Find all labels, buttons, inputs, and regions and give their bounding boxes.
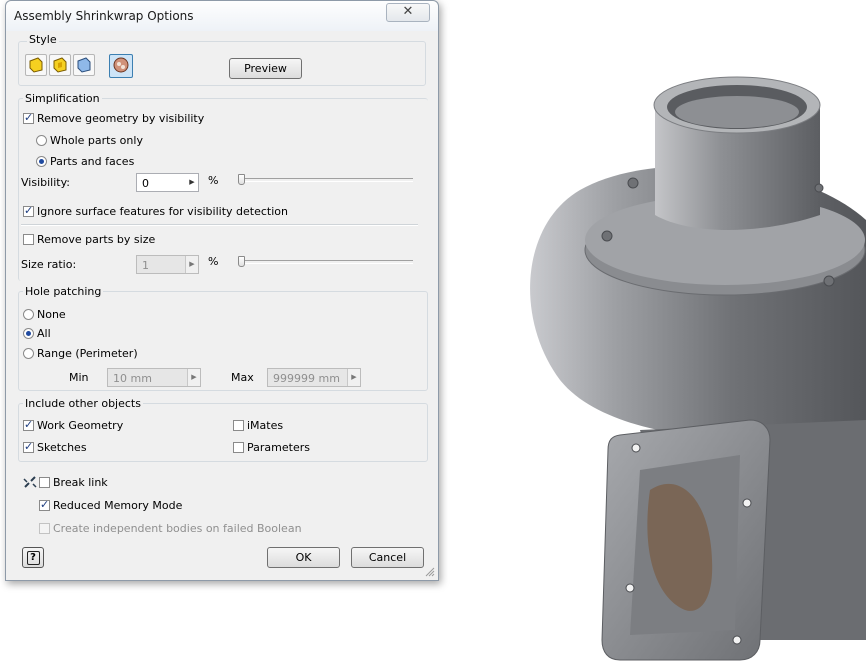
hole-range-label: Range (Perimeter) [37, 347, 138, 360]
style-composite-icon[interactable] [109, 54, 133, 78]
min-input[interactable]: 10 mm ▶ [107, 368, 201, 387]
visibility-unit: % [208, 174, 219, 187]
hole-all-label: All [37, 327, 51, 340]
visibility-label: Visibility: [21, 176, 71, 189]
size-ratio-label: Size ratio: [21, 258, 77, 271]
remove-parts-size-label: Remove parts by size [37, 233, 156, 246]
independent-bodies-label: Create independent bodies on failed Bool… [53, 522, 302, 535]
parts-faces-label: Parts and faces [50, 155, 135, 168]
visibility-slider-track[interactable] [239, 178, 413, 182]
cancel-button[interactable]: Cancel [351, 547, 424, 568]
max-value: 999999 mm [273, 372, 340, 385]
hole-none-label: None [37, 308, 66, 321]
pump-housing-model-view[interactable] [440, 0, 866, 661]
size-ratio-slider-track[interactable] [239, 260, 413, 264]
ignore-surface-label: Ignore surface features for visibility d… [37, 205, 288, 218]
visibility-slider-thumb[interactable] [238, 174, 245, 185]
min-label: Min [69, 371, 89, 384]
min-arrow-icon[interactable]: ▶ [187, 369, 200, 386]
style-surface-icon[interactable] [73, 54, 95, 76]
imates-label: iMates [247, 419, 284, 432]
whole-parts-label: Whole parts only [50, 134, 143, 147]
min-value: 10 mm [113, 372, 152, 385]
parameters-checkbox[interactable] [233, 442, 244, 453]
sketches-checkbox[interactable] [23, 440, 34, 453]
shrinkwrap-options-dialog: Assembly Shrinkwrap Options ✕ Style Prev… [5, 0, 439, 581]
remove-parts-size-checkbox[interactable] [23, 234, 34, 245]
ignore-surface-checkbox[interactable] [23, 204, 34, 217]
remove-geometry-label: Remove geometry by visibility [37, 112, 205, 125]
max-input[interactable]: 999999 mm ▶ [267, 368, 361, 387]
work-geometry-label: Work Geometry [37, 419, 124, 432]
work-geometry-checkbox[interactable] [23, 418, 34, 431]
style-solid-multiple-icon[interactable] [49, 54, 71, 76]
visibility-input[interactable]: 0 ▶ [136, 173, 199, 192]
break-link-label: Break link [53, 476, 108, 489]
parameters-label: Parameters [247, 441, 310, 454]
hole-all-radio[interactable] [23, 328, 34, 339]
hole-range-radio[interactable] [23, 348, 34, 359]
include-objects-group-label: Include other objects [23, 397, 143, 410]
size-ratio-slider-thumb[interactable] [238, 256, 245, 267]
reduced-memory-checkbox[interactable] [39, 498, 50, 511]
help-button[interactable]: ? [22, 547, 44, 568]
style-solid-single-icon[interactable] [25, 54, 47, 76]
title-bar[interactable]: Assembly Shrinkwrap Options ✕ [6, 1, 438, 31]
simplification-group-label: Simplification [23, 92, 102, 105]
style-group-label: Style [27, 33, 59, 46]
break-link-checkbox[interactable] [39, 477, 50, 488]
preview-button[interactable]: Preview [229, 58, 302, 79]
simplification-divider [21, 224, 418, 226]
size-ratio-unit: % [208, 255, 219, 268]
reduced-memory-label: Reduced Memory Mode [53, 499, 183, 512]
max-label: Max [231, 371, 254, 384]
sketches-label: Sketches [37, 441, 87, 454]
dialog-title: Assembly Shrinkwrap Options [14, 9, 194, 23]
max-arrow-icon[interactable]: ▶ [347, 369, 360, 386]
close-button[interactable]: ✕ [386, 3, 430, 22]
size-ratio-arrow-icon[interactable]: ▶ [185, 256, 198, 273]
hole-patching-group-label: Hole patching [23, 285, 104, 298]
size-ratio-input[interactable]: 1 ▶ [136, 255, 199, 274]
remove-geometry-checkbox[interactable] [23, 111, 34, 124]
ok-button[interactable]: OK [267, 547, 340, 568]
visibility-value: 0 [142, 177, 149, 190]
style-group: Style Preview [18, 33, 426, 86]
simplification-group: Simplification [18, 92, 428, 281]
parts-faces-radio[interactable] [36, 156, 47, 167]
help-icon: ? [26, 551, 40, 565]
visibility-arrow-icon[interactable]: ▶ [186, 174, 198, 191]
whole-parts-radio[interactable] [36, 135, 47, 146]
imates-checkbox[interactable] [233, 420, 244, 431]
size-ratio-value: 1 [142, 259, 149, 272]
resize-grip-icon[interactable] [425, 567, 435, 580]
break-link-icon [22, 475, 38, 494]
independent-bodies-checkbox[interactable] [39, 523, 50, 534]
hole-none-radio[interactable] [23, 309, 34, 320]
